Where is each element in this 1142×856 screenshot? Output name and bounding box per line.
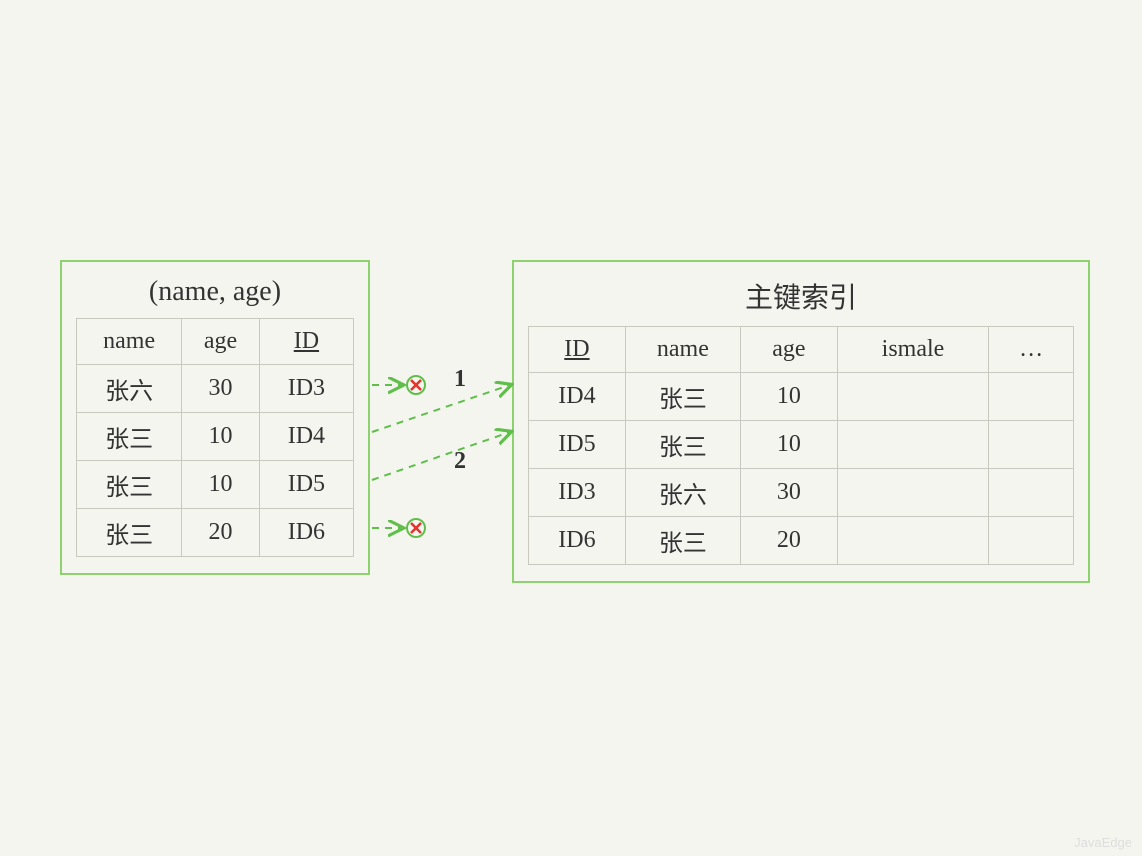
table-row: 张六 30 ID3 bbox=[77, 365, 354, 413]
cell-more bbox=[989, 421, 1074, 469]
cell-age: 10 bbox=[740, 373, 837, 421]
cell-id: ID6 bbox=[529, 517, 626, 565]
cell-id: ID5 bbox=[529, 421, 626, 469]
table-row: ID4 张三 10 bbox=[529, 373, 1074, 421]
cell-name: 张三 bbox=[625, 373, 740, 421]
cell-id: ID5 bbox=[259, 461, 353, 509]
cell-ismale bbox=[837, 421, 988, 469]
cell-more bbox=[989, 469, 1074, 517]
cell-name: 张三 bbox=[625, 421, 740, 469]
primary-key-index-table: ID name age ismale … ID4 张三 10 ID5 张三 bbox=[528, 326, 1074, 565]
table-row: ID3 张六 30 bbox=[529, 469, 1074, 517]
cell-age: 30 bbox=[740, 469, 837, 517]
cell-name: 张三 bbox=[77, 413, 182, 461]
secondary-index-box: (name, age) name age ID 张六 30 ID3 张三 10 bbox=[60, 260, 370, 575]
col-id: ID bbox=[259, 319, 353, 365]
secondary-index-table: name age ID 张六 30 ID3 张三 10 ID4 张三 bbox=[76, 318, 354, 557]
col-age: age bbox=[740, 327, 837, 373]
cell-more bbox=[989, 373, 1074, 421]
cell-age: 30 bbox=[182, 365, 260, 413]
cell-name: 张三 bbox=[77, 461, 182, 509]
arrow-label-2: 2 bbox=[454, 448, 466, 475]
col-id: ID bbox=[529, 327, 626, 373]
cell-id: ID4 bbox=[259, 413, 353, 461]
diagram-stage: (name, age) name age ID 张六 30 ID3 张三 10 bbox=[0, 0, 1142, 856]
cell-age: 20 bbox=[182, 509, 260, 557]
cell-ismale bbox=[837, 517, 988, 565]
secondary-index-title: (name, age) bbox=[76, 276, 354, 308]
cell-ismale bbox=[837, 469, 988, 517]
cell-ismale bbox=[837, 373, 988, 421]
arrow-lookup-2 bbox=[372, 432, 510, 480]
col-name: name bbox=[77, 319, 182, 365]
cell-name: 张三 bbox=[77, 509, 182, 557]
table-row: ID5 张三 10 bbox=[529, 421, 1074, 469]
cell-id: ID6 bbox=[259, 509, 353, 557]
cell-age: 10 bbox=[182, 461, 260, 509]
cell-id: ID3 bbox=[259, 365, 353, 413]
watermark: JavaEdge bbox=[1074, 835, 1132, 850]
arrow-lookup-1 bbox=[372, 385, 510, 432]
col-ismale: ismale bbox=[837, 327, 988, 373]
arrow-label-1: 1 bbox=[454, 366, 466, 393]
cross-icon bbox=[404, 373, 428, 402]
table-header-row: ID name age ismale … bbox=[529, 327, 1074, 373]
primary-key-index-box: 主键索引 ID name age ismale … ID4 张三 10 bbox=[512, 260, 1090, 583]
cell-age: 20 bbox=[740, 517, 837, 565]
cross-icon bbox=[404, 516, 428, 545]
col-name: name bbox=[625, 327, 740, 373]
cell-id: ID3 bbox=[529, 469, 626, 517]
cell-id: ID4 bbox=[529, 373, 626, 421]
primary-key-index-title: 主键索引 bbox=[528, 276, 1074, 316]
table-row: ID6 张三 20 bbox=[529, 517, 1074, 565]
cell-age: 10 bbox=[182, 413, 260, 461]
col-age: age bbox=[182, 319, 260, 365]
cell-age: 10 bbox=[740, 421, 837, 469]
table-row: 张三 20 ID6 bbox=[77, 509, 354, 557]
table-row: 张三 10 ID4 bbox=[77, 413, 354, 461]
table-header-row: name age ID bbox=[77, 319, 354, 365]
table-row: 张三 10 ID5 bbox=[77, 461, 354, 509]
cell-name: 张三 bbox=[625, 517, 740, 565]
cell-name: 张六 bbox=[77, 365, 182, 413]
col-more: … bbox=[989, 327, 1074, 373]
cell-name: 张六 bbox=[625, 469, 740, 517]
cell-more bbox=[989, 517, 1074, 565]
